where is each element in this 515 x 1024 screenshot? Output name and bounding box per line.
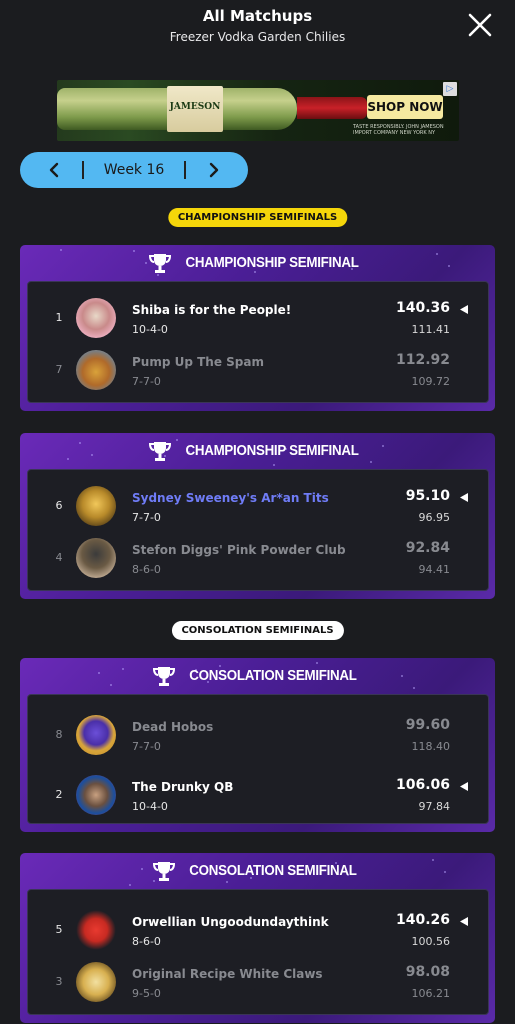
team-record: 7-7-0 <box>132 375 161 388</box>
team-avatar <box>76 775 116 815</box>
consolation-section-label: CONSOLATION SEMIFINALS <box>171 621 344 640</box>
matchup-card-header: CHAMPIONSHIP SEMIFINAL <box>20 433 495 469</box>
team-row[interactable]: 5 Orwellian Ungoodundaythink 8-6-0 140.26 10… <box>28 904 488 956</box>
team-name[interactable]: Sydney Sweeney's Ar*an Tits <box>132 491 329 505</box>
team-seed: 2 <box>55 788 63 801</box>
matchup-body: 8 Dead Hobos 7-7-0 99.60 118.40 2 The Drunky Q… <box>27 694 489 824</box>
week-selector: Week 16 <box>20 152 248 188</box>
matchup-card[interactable]: CONSOLATION SEMIFINAL 8 Dead Hobos 7-7-0 99.… <box>20 658 495 832</box>
team-avatar <box>76 910 116 950</box>
matchup-card[interactable]: CHAMPIONSHIP SEMIFINAL 6 Sydney Sweeney's … <box>20 433 495 599</box>
team-name[interactable]: Original Recipe White Claws <box>132 967 323 981</box>
adchoices-icon[interactable]: ▷ <box>443 82 457 96</box>
trophy-icon <box>149 254 172 273</box>
team-seed: 4 <box>55 551 63 564</box>
matchup-card[interactable]: CONSOLATION SEMIFINAL 5 Orwellian Ungoodun… <box>20 853 495 1023</box>
team-record: 8-6-0 <box>132 935 161 948</box>
team-name[interactable]: Shiba is for the People! <box>132 303 291 317</box>
team-record: 8-6-0 <box>132 563 161 576</box>
matchup-card-header: CONSOLATION SEMIFINAL <box>20 853 495 889</box>
header: All Matchups Freezer Vodka Garden Chilie… <box>0 0 515 62</box>
team-row[interactable]: 2 The Drunky QB 10-4-0 106.06 97.84 <box>28 769 488 821</box>
winner-indicator-icon <box>460 305 468 314</box>
team-projected-score: 109.72 <box>411 375 451 388</box>
matchup-title: CONSOLATION SEMIFINAL <box>188 668 357 684</box>
winner-indicator-icon <box>460 782 468 791</box>
team-score: 98.08 <box>405 964 450 980</box>
matchup-card[interactable]: CHAMPIONSHIP SEMIFINAL 1 Shiba is for the … <box>20 245 495 411</box>
week-label: Week 16 <box>103 162 165 178</box>
team-seed: 5 <box>55 923 63 936</box>
team-record: 7-7-0 <box>132 740 161 753</box>
team-seed: 3 <box>55 975 63 988</box>
team-avatar <box>76 298 116 338</box>
page-title: All Matchups <box>202 7 313 25</box>
matchup-title: CONSOLATION SEMIFINAL <box>188 863 357 879</box>
team-name[interactable]: Pump Up The Spam <box>132 355 264 369</box>
matchup-body: 1 Shiba is for the People! 10-4-0 140.36 111… <box>27 281 489 403</box>
team-record: 9-5-0 <box>132 987 161 1000</box>
league-name: Freezer Vodka Garden Chilies <box>169 30 346 44</box>
team-record: 10-4-0 <box>132 800 168 813</box>
team-projected-score: 111.41 <box>411 323 451 336</box>
team-avatar <box>76 715 116 755</box>
team-row[interactable]: 8 Dead Hobos 7-7-0 99.60 118.40 <box>28 709 488 761</box>
team-score: 112.92 <box>395 352 450 368</box>
ad-shop-now-button[interactable]: SHOP NOW <box>367 95 443 119</box>
matchup-card-header: CHAMPIONSHIP SEMIFINAL <box>20 245 495 281</box>
team-seed: 7 <box>55 363 63 376</box>
team-name[interactable]: The Drunky QB <box>132 780 233 794</box>
matchup-title: CHAMPIONSHIP SEMIFINAL <box>185 443 360 459</box>
team-projected-score: 118.40 <box>411 740 451 753</box>
trophy-icon <box>152 667 175 686</box>
team-score: 140.26 <box>395 912 450 928</box>
team-avatar <box>76 350 116 390</box>
team-name[interactable]: Stefon Diggs' Pink Powder Club <box>132 543 346 557</box>
team-seed: 8 <box>55 728 63 741</box>
team-score: 99.60 <box>405 717 450 733</box>
team-name[interactable]: Orwellian Ungoodundaythink <box>132 915 329 929</box>
team-projected-score: 96.95 <box>418 511 451 524</box>
ad-banner[interactable]: JAMESON SHOP NOW TASTE RESPONSIBLY. JOHN… <box>57 80 459 141</box>
team-projected-score: 94.41 <box>418 563 451 576</box>
matchup-body: 5 Orwellian Ungoodundaythink 8-6-0 140.26 10… <box>27 889 489 1015</box>
matchup-body: 6 Sydney Sweeney's Ar*an Tits 7-7-0 95.10 96… <box>27 469 489 591</box>
next-week-button[interactable] <box>206 162 222 178</box>
trophy-icon <box>149 442 172 461</box>
close-icon[interactable] <box>467 12 493 38</box>
team-name[interactable]: Dead Hobos <box>132 720 213 734</box>
team-projected-score: 100.56 <box>411 935 451 948</box>
team-row[interactable]: 4 Stefon Diggs' Pink Powder Club 8-6-0 92.8… <box>28 532 488 584</box>
team-projected-score: 106.21 <box>411 987 451 1000</box>
team-score: 140.36 <box>395 300 450 316</box>
team-record: 7-7-0 <box>132 511 161 524</box>
team-score: 92.84 <box>405 540 450 556</box>
winner-indicator-icon <box>460 493 468 502</box>
ad-brand: JAMESON <box>169 102 221 112</box>
team-row[interactable]: 3 Original Recipe White Claws 9-5-0 98.08 10… <box>28 956 488 1008</box>
prev-week-button[interactable] <box>46 162 62 178</box>
team-record: 10-4-0 <box>132 323 168 336</box>
matchup-title: CHAMPIONSHIP SEMIFINAL <box>185 255 360 271</box>
team-seed: 1 <box>55 311 63 324</box>
team-projected-score: 97.84 <box>418 800 451 813</box>
trophy-icon <box>152 862 175 881</box>
matchup-card-header: CONSOLATION SEMIFINAL <box>20 658 495 694</box>
winner-indicator-icon <box>460 917 468 926</box>
team-row[interactable]: 7 Pump Up The Spam 7-7-0 112.92 109.72 <box>28 344 488 396</box>
team-row[interactable]: 1 Shiba is for the People! 10-4-0 140.36 111… <box>28 292 488 344</box>
team-seed: 6 <box>55 499 63 512</box>
team-avatar <box>76 486 116 526</box>
team-avatar <box>76 538 116 578</box>
championship-section-label: CHAMPIONSHIP SEMIFINALS <box>167 208 348 227</box>
team-row[interactable]: 6 Sydney Sweeney's Ar*an Tits 7-7-0 95.10 96… <box>28 480 488 532</box>
ad-disclaimer: TASTE RESPONSIBLY. JOHN JAMESON IMPORT C… <box>353 124 444 136</box>
team-score: 106.06 <box>395 777 450 793</box>
team-avatar <box>76 962 116 1002</box>
team-score: 95.10 <box>405 488 450 504</box>
